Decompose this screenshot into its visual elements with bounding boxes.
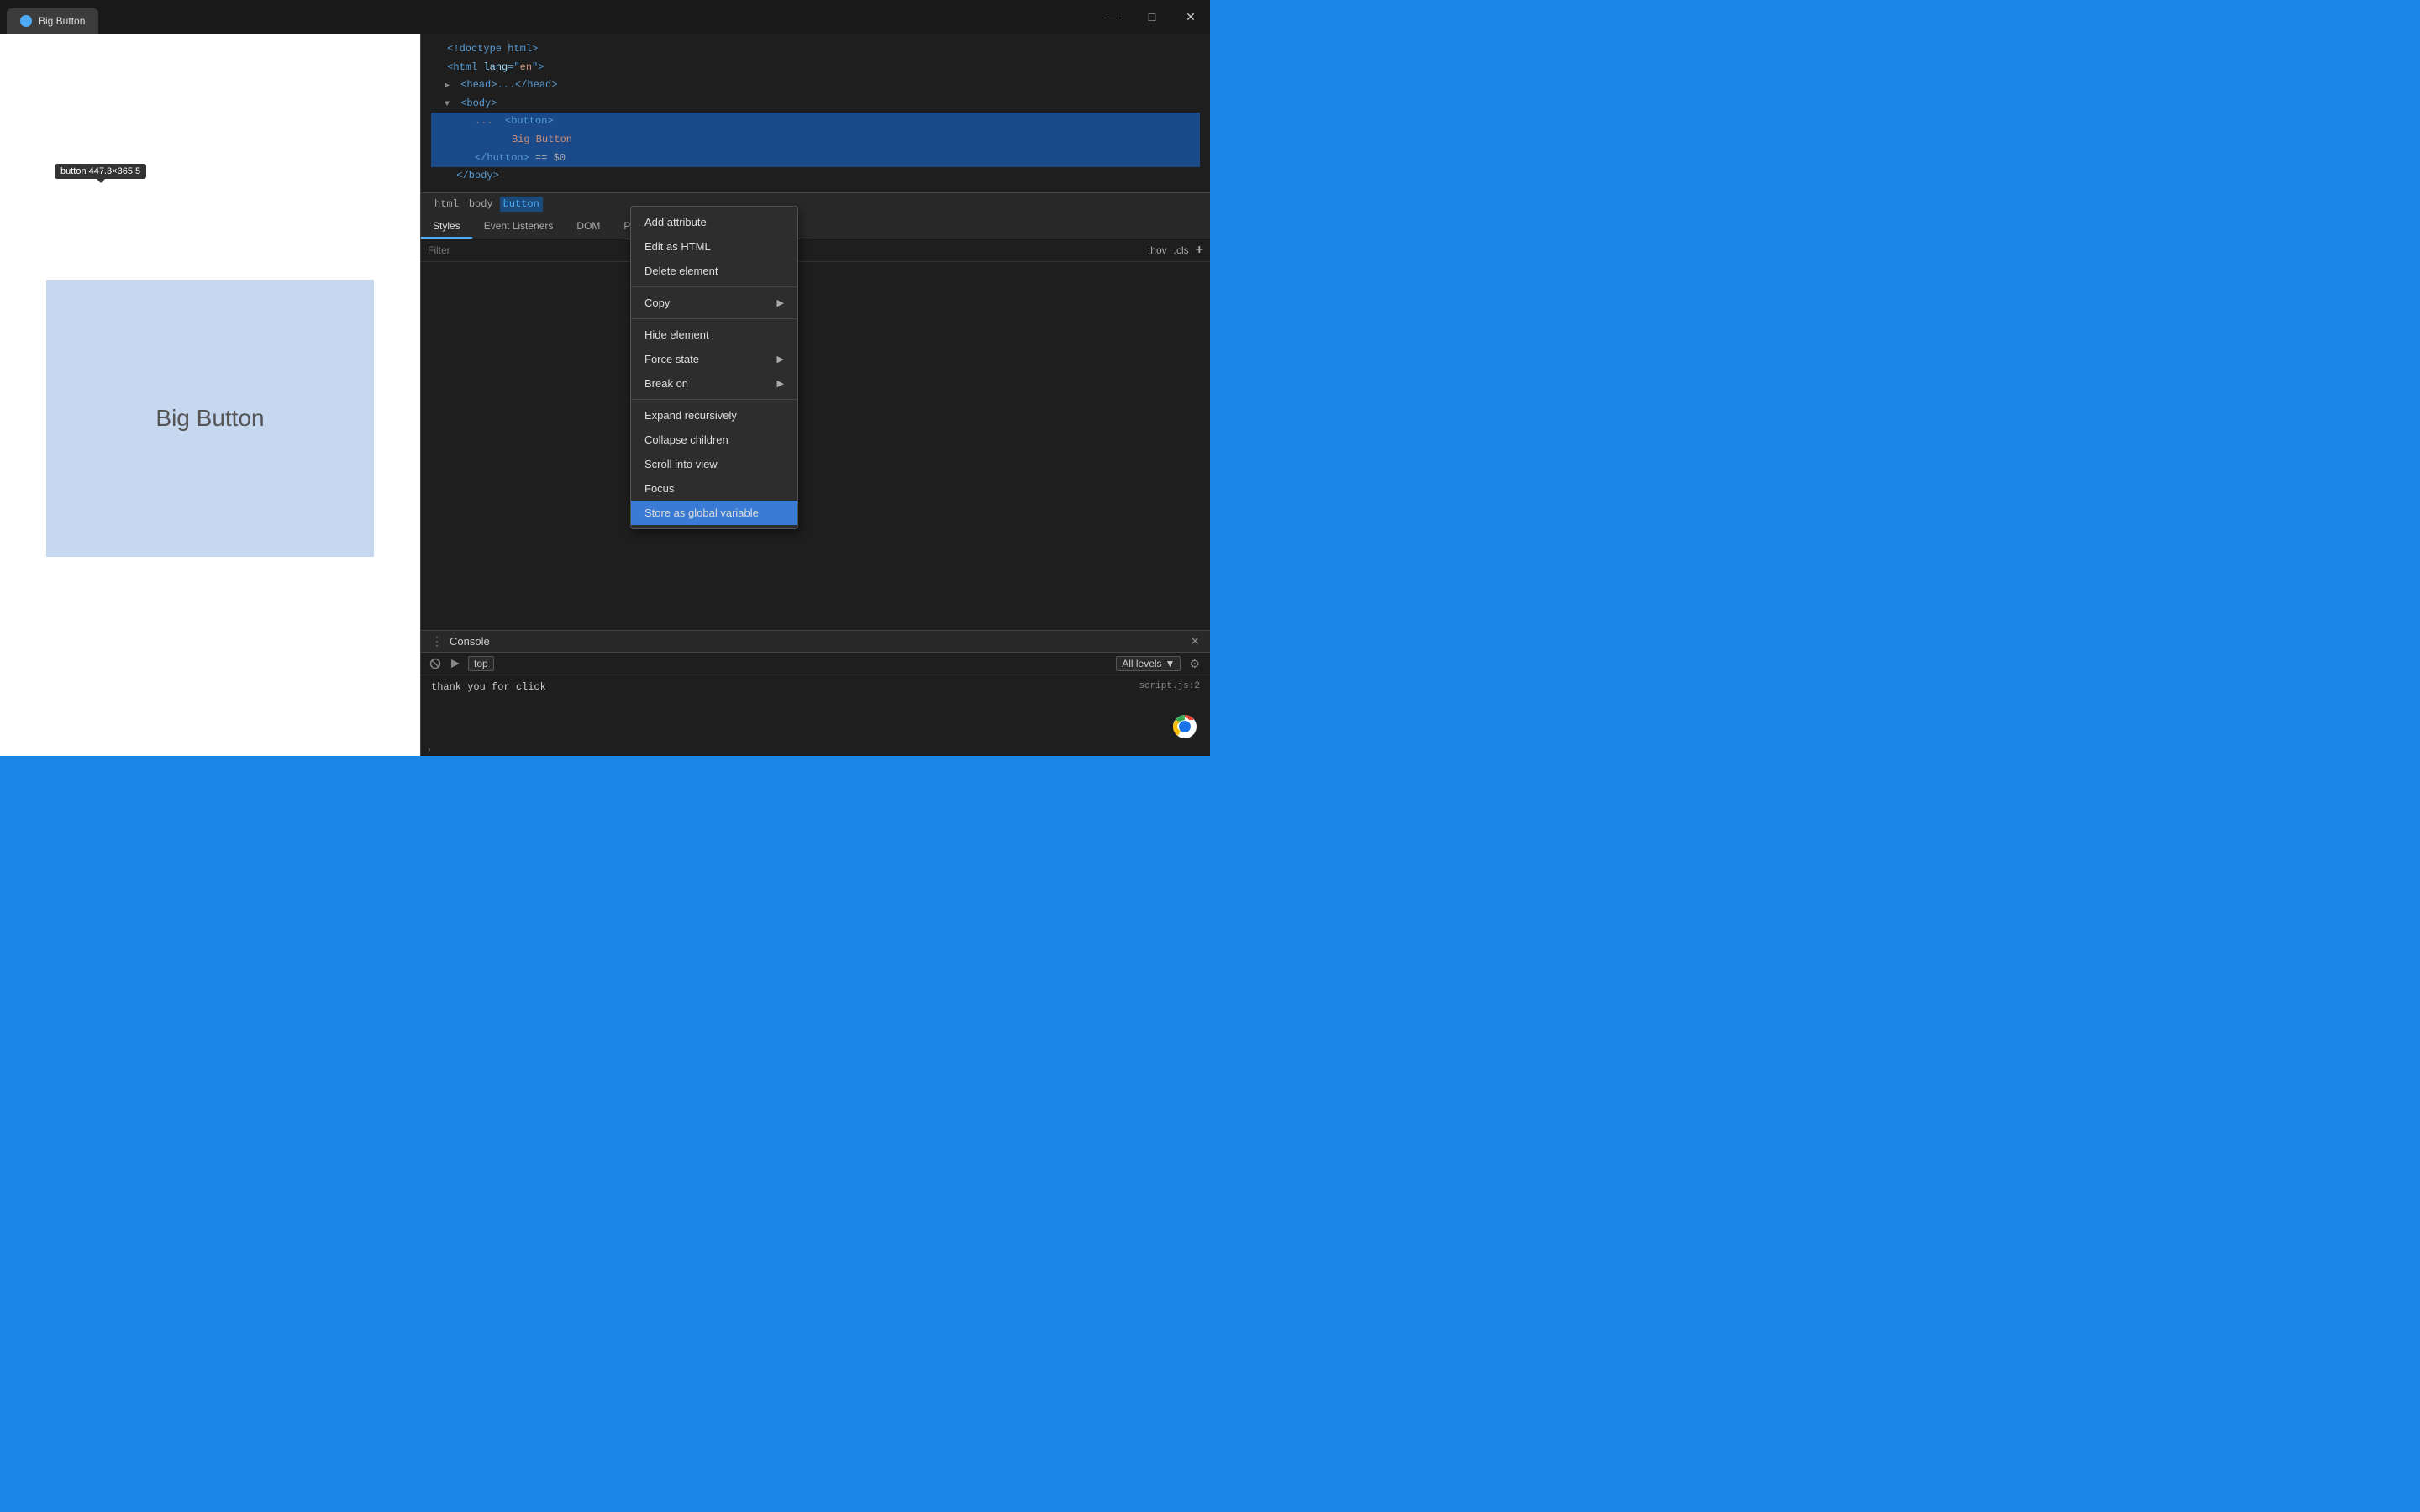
console-output: thank you for click script.js:2 <box>421 675 1210 743</box>
menu-separator-2 <box>631 318 797 319</box>
styles-area <box>421 262 1210 630</box>
sub-tab-dom-breakpoints[interactable]: DOM <box>565 215 612 239</box>
tab-favicon <box>20 15 32 27</box>
console-context-selector[interactable]: top <box>468 656 494 671</box>
console-grip: ⋮ <box>431 634 443 648</box>
log-message: thank you for click <box>431 679 546 697</box>
big-button[interactable]: Big Button <box>46 280 374 557</box>
cls-button[interactable]: .cls <box>1174 244 1189 256</box>
button-tooltip: button 447.3×365.5 <box>55 164 146 179</box>
context-menu: Add attribute Edit as HTML Delete elemen… <box>630 206 798 529</box>
prompt-chevron: › <box>428 745 430 754</box>
tree-line-button-text[interactable]: Big Button <box>431 131 1200 150</box>
console-section: ⋮ Console ✕ top <box>421 630 1210 756</box>
menu-copy[interactable]: Copy ▶ <box>631 291 797 315</box>
hov-button[interactable]: :hov <box>1148 244 1167 256</box>
window-controls: — □ ✕ <box>1094 0 1210 34</box>
tab-title: Big Button <box>39 15 85 27</box>
menu-delete-element[interactable]: Delete element <box>631 259 797 283</box>
filter-row: :hov .cls + <box>421 239 1210 262</box>
menu-hide-element[interactable]: Hide element <box>631 323 797 347</box>
breadcrumb: html body button <box>421 192 1210 215</box>
breadcrumb-html[interactable]: html <box>431 197 462 212</box>
tree-line-body[interactable]: ▼ <body> <box>431 95 1200 113</box>
console-close-button[interactable]: ✕ <box>1190 634 1200 648</box>
force-state-submenu-arrow: ▶ <box>777 354 784 365</box>
sub-tab-event-listeners[interactable]: Event Listeners <box>472 215 566 239</box>
sub-tabs: Styles Event Listeners DOM Properties Ac… <box>421 215 1210 239</box>
console-prompt: › <box>421 743 1210 756</box>
console-settings-icon[interactable]: ⚙ <box>1186 657 1203 671</box>
menu-edit-as-html[interactable]: Edit as HTML <box>631 234 797 259</box>
menu-focus[interactable]: Focus <box>631 476 797 501</box>
sub-tab-styles[interactable]: Styles <box>421 215 472 239</box>
tree-line-button-close[interactable]: </button> == $0 <box>431 150 1200 168</box>
console-tab[interactable]: Console <box>450 635 490 648</box>
close-button[interactable]: ✕ <box>1171 0 1210 34</box>
tree-line-body-close[interactable]: </body> <box>431 167 1200 186</box>
menu-store-global[interactable]: Store as global variable <box>631 501 797 525</box>
menu-break-on[interactable]: Break on ▶ <box>631 371 797 396</box>
clear-console-button[interactable] <box>428 656 443 671</box>
menu-collapse-children[interactable]: Collapse children <box>631 428 797 452</box>
console-toolbar: top All levels ▼ ⚙ <box>421 653 1210 675</box>
breadcrumb-button[interactable]: button <box>500 197 543 212</box>
console-level-filter[interactable]: All levels ▼ <box>1116 656 1181 671</box>
minimize-button[interactable]: — <box>1094 0 1133 34</box>
console-header: ⋮ Console ✕ <box>421 631 1210 653</box>
breadcrumb-body[interactable]: body <box>466 197 497 212</box>
menu-add-attribute[interactable]: Add attribute <box>631 210 797 234</box>
maximize-button[interactable]: □ <box>1133 0 1171 34</box>
browser-tab[interactable]: Big Button <box>7 8 98 34</box>
play-icon[interactable] <box>448 656 463 671</box>
chrome-logo <box>1172 714 1197 743</box>
menu-expand-recursively[interactable]: Expand recursively <box>631 403 797 428</box>
menu-scroll-into-view[interactable]: Scroll into view <box>631 452 797 476</box>
menu-separator-3 <box>631 399 797 400</box>
console-log-entry: thank you for click script.js:2 <box>431 679 1200 697</box>
menu-separator-1 <box>631 286 797 287</box>
html-tree: <!doctype html> <html lang="en"> ▶ <head… <box>421 34 1210 192</box>
copy-submenu-arrow: ▶ <box>777 297 784 308</box>
break-on-submenu-arrow: ▶ <box>777 378 784 389</box>
chevron-down-icon: ▼ <box>1165 658 1176 669</box>
filter-actions: :hov .cls + <box>1148 243 1203 258</box>
log-source[interactable]: script.js:2 <box>1139 679 1200 696</box>
tree-line-head[interactable]: ▶ <head>...</head> <box>431 76 1200 95</box>
add-style-button[interactable]: + <box>1196 243 1203 258</box>
menu-force-state[interactable]: Force state ▶ <box>631 347 797 371</box>
tree-line-button-open[interactable]: ... <button> <box>431 113 1200 131</box>
tree-line-doctype[interactable]: <!doctype html> <box>431 40 1200 59</box>
tree-line-html[interactable]: <html lang="en"> <box>431 59 1200 77</box>
